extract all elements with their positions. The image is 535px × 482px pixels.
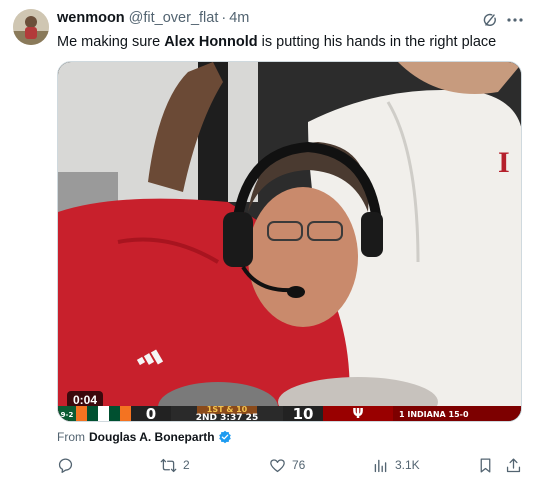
- retweet-icon: [160, 458, 177, 472]
- more-icon[interactable]: [505, 10, 525, 30]
- reply-button[interactable]: [57, 455, 80, 475]
- attribution-source[interactable]: Douglas A. Boneparth: [89, 430, 215, 444]
- share-icon: [506, 457, 521, 472]
- handle[interactable]: @fit_over_flat: [129, 10, 219, 26]
- game-clock: 2ND 3:37 25: [195, 413, 259, 422]
- tweet-header: wenmoon @fit_over_flat · 4m: [57, 10, 249, 30]
- views-icon: [374, 459, 387, 472]
- views-button[interactable]: 3.1K: [372, 455, 420, 475]
- attribution-prefix: From: [57, 430, 85, 444]
- retweet-count: 2: [183, 458, 190, 472]
- like-icon: [270, 458, 285, 472]
- home-team-logo: Ψ: [323, 406, 393, 421]
- game-status: 1ST & 10 2ND 3:37 25: [171, 406, 283, 422]
- grok-icon[interactable]: [481, 11, 499, 29]
- share-button[interactable]: [505, 455, 522, 475]
- action-bar: 2 76 3.1K: [52, 455, 526, 475]
- display-name[interactable]: wenmoon: [57, 10, 125, 26]
- away-record: 9-2: [58, 406, 76, 421]
- views-count: 3.1K: [395, 458, 420, 472]
- video-player[interactable]: I 0:04 9-2 0 1ST & 10 2ND 3:37 25 10 Ψ 1…: [57, 61, 522, 422]
- reply-icon: [58, 458, 73, 473]
- tweet-text: Me making sure Alex Honnold is putting h…: [57, 33, 496, 51]
- like-button[interactable]: 76: [269, 455, 305, 475]
- text-bold: Alex Honnold: [164, 34, 258, 50]
- away-score: 0: [131, 406, 171, 421]
- verified-icon: [218, 430, 231, 444]
- bookmark-button[interactable]: [477, 455, 494, 475]
- avatar[interactable]: [13, 9, 49, 45]
- away-team-logo: [76, 406, 131, 421]
- scoreboard: 9-2 0 1ST & 10 2ND 3:37 25 10 Ψ 1 INDIAN…: [58, 406, 521, 422]
- separator: ·: [221, 10, 227, 26]
- video-frame: I: [58, 62, 521, 421]
- text-part: is putting his hands in the right place: [257, 34, 497, 50]
- tweet[interactable]: wenmoon @fit_over_flat · 4m Me making su…: [0, 0, 535, 482]
- home-team-name: 1 INDIANA 15-0: [393, 406, 521, 421]
- svg-text:I: I: [498, 146, 510, 179]
- like-count: 76: [292, 458, 306, 472]
- retweet-button[interactable]: 2: [160, 455, 190, 475]
- home-score: 10: [283, 406, 323, 421]
- bookmark-icon: [480, 457, 491, 473]
- timestamp-link[interactable]: 4m: [229, 10, 249, 26]
- video-attribution: From Douglas A. Boneparth: [57, 430, 232, 444]
- text-part: Me making sure: [57, 34, 165, 50]
